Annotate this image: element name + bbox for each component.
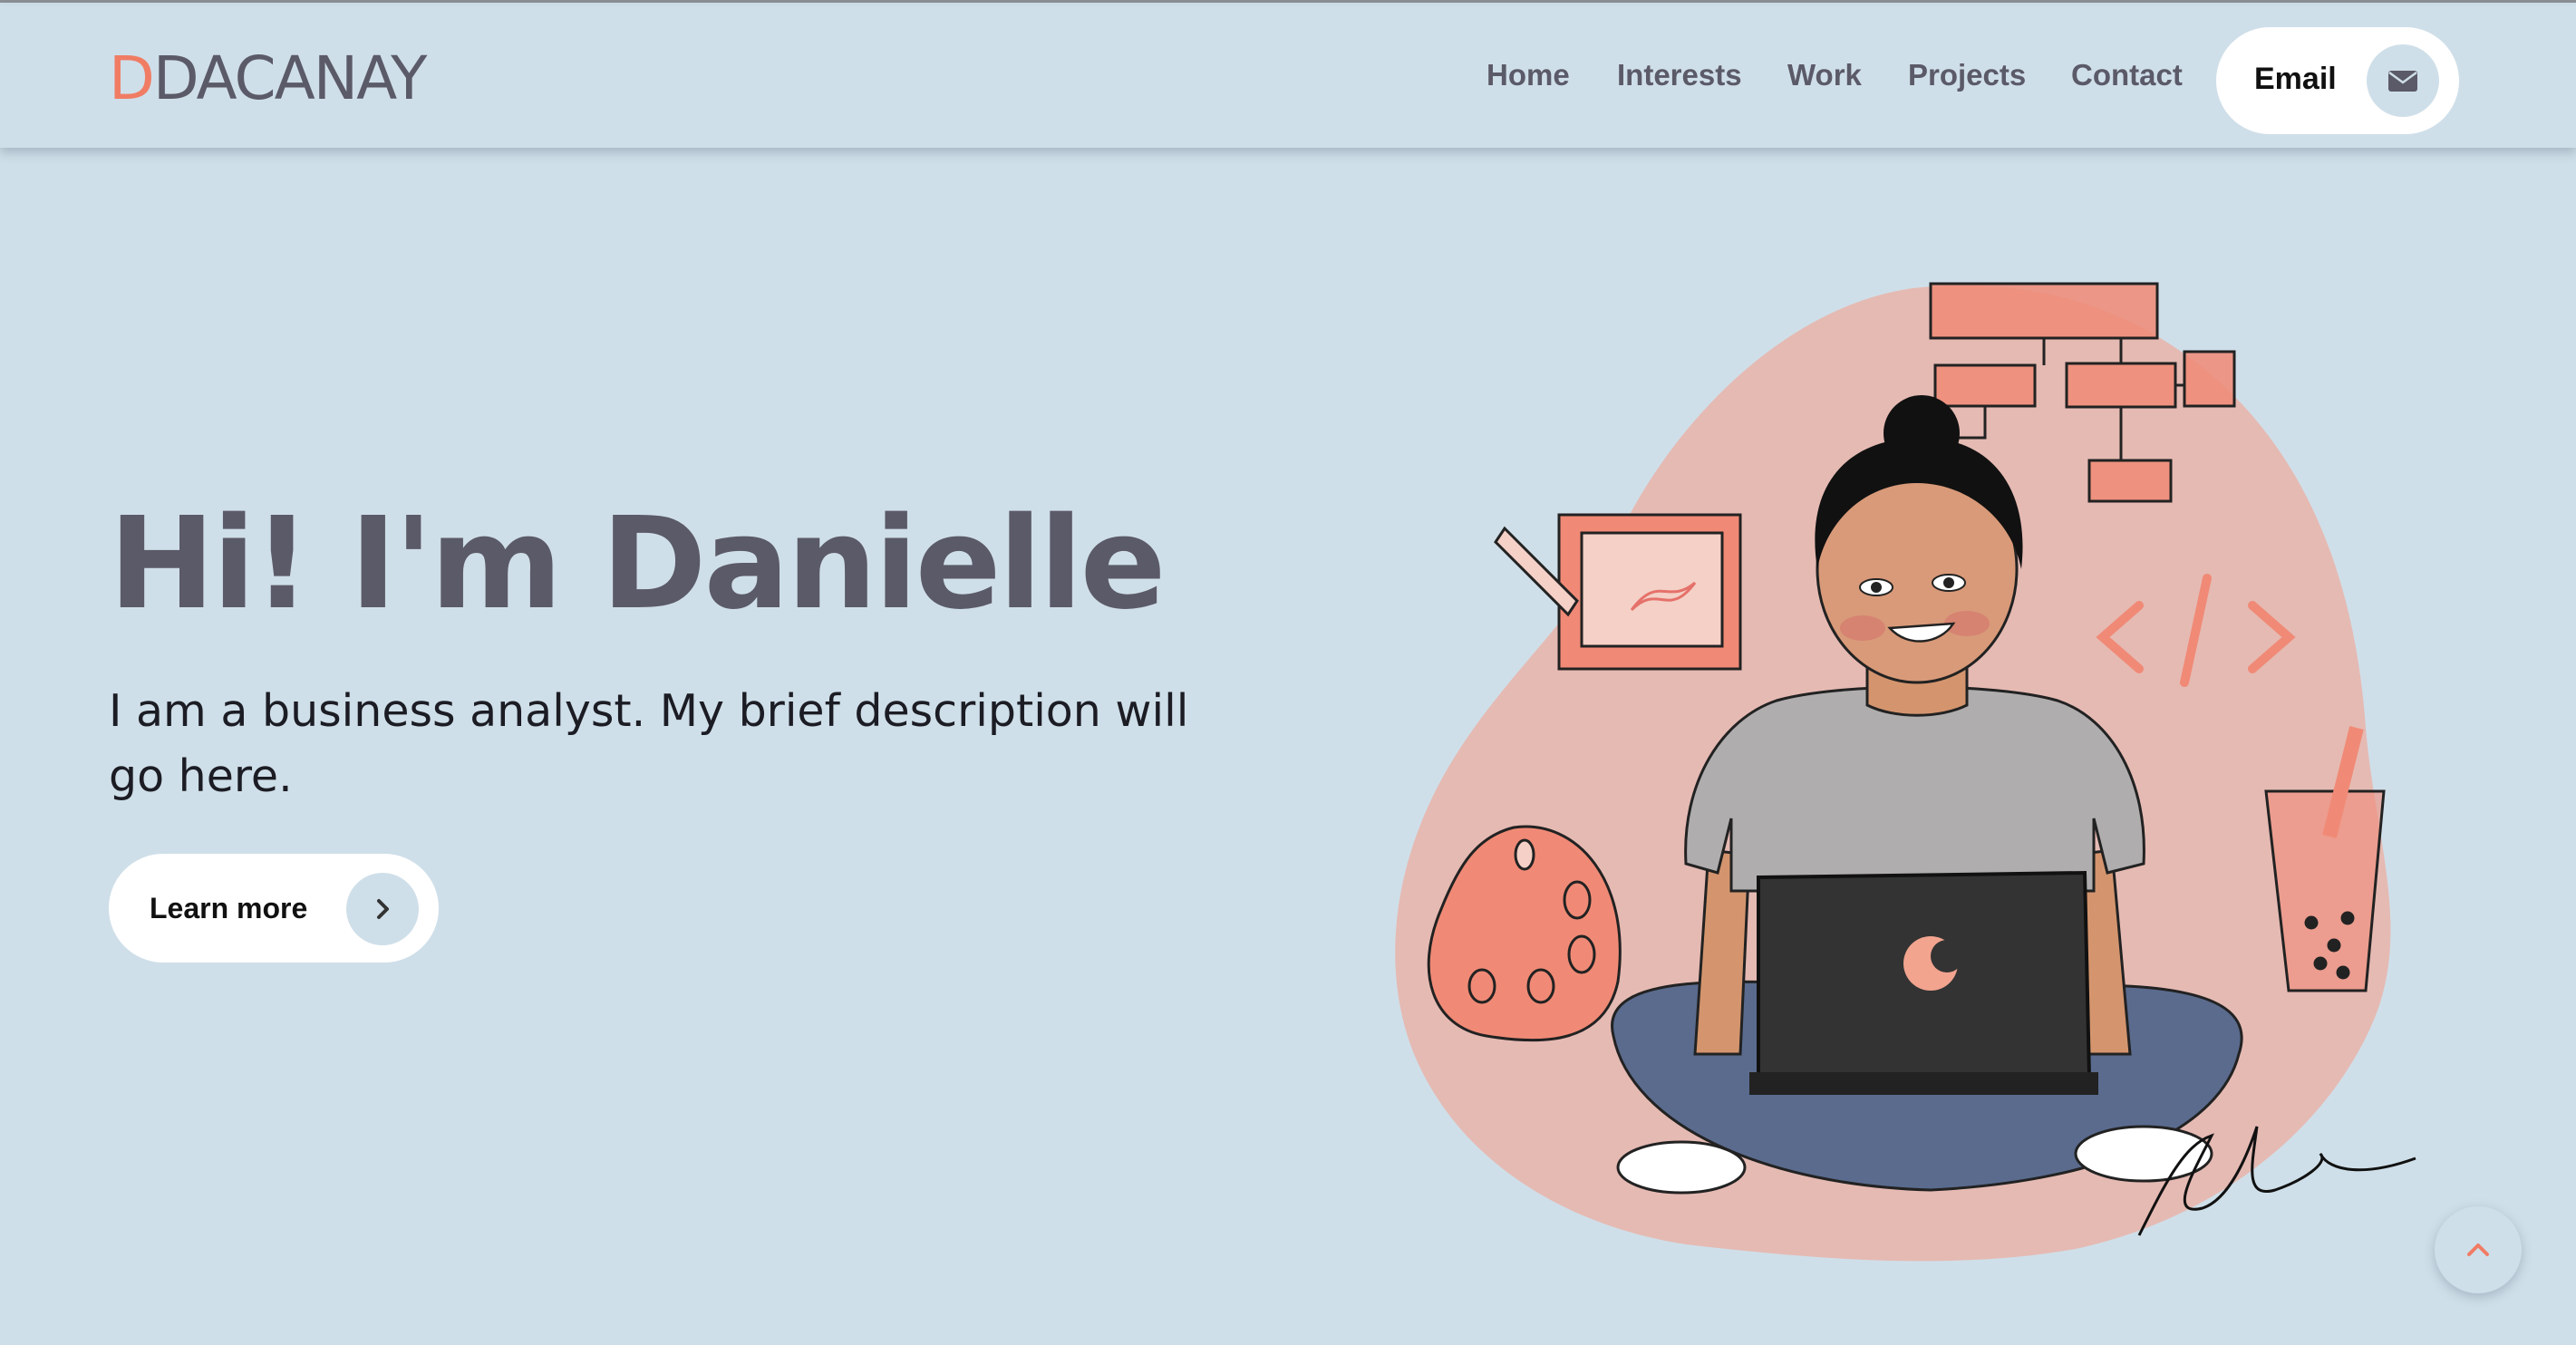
nav-link-projects[interactable]: Projects <box>1908 58 2026 92</box>
chevron-up-icon <box>2467 1243 2489 1256</box>
email-button-label: Email <box>2254 62 2337 96</box>
nav-link-home[interactable]: Home <box>1487 58 1570 92</box>
hero-description: I am a business analyst. My brief descri… <box>109 685 1189 802</box>
hero-illustration <box>1395 282 2416 1262</box>
logo-initial: D <box>109 44 155 113</box>
nav-link-work[interactable]: Work <box>1787 58 1862 92</box>
logo[interactable]: DDACANAY <box>109 44 428 113</box>
scroll-to-top-button[interactable] <box>2435 1206 2522 1293</box>
envelope-icon <box>2367 44 2439 117</box>
logo-wordmark: DACANAY <box>152 44 428 113</box>
email-button[interactable]: Email <box>2216 27 2459 134</box>
chevron-right-icon <box>346 873 419 945</box>
learn-more-label: Learn more <box>150 892 308 924</box>
nav-link-interests[interactable]: Interests <box>1617 58 1742 92</box>
nav-link-contact[interactable]: Contact <box>2071 58 2183 92</box>
learn-more-button[interactable]: Learn more <box>109 854 439 963</box>
navbar: DDACANAY Home Interests Work Projects Co… <box>0 5 2576 148</box>
drawing-tablet-doodle <box>1494 513 1742 671</box>
hero-title: Hi! I'm Danielle <box>109 490 1167 638</box>
